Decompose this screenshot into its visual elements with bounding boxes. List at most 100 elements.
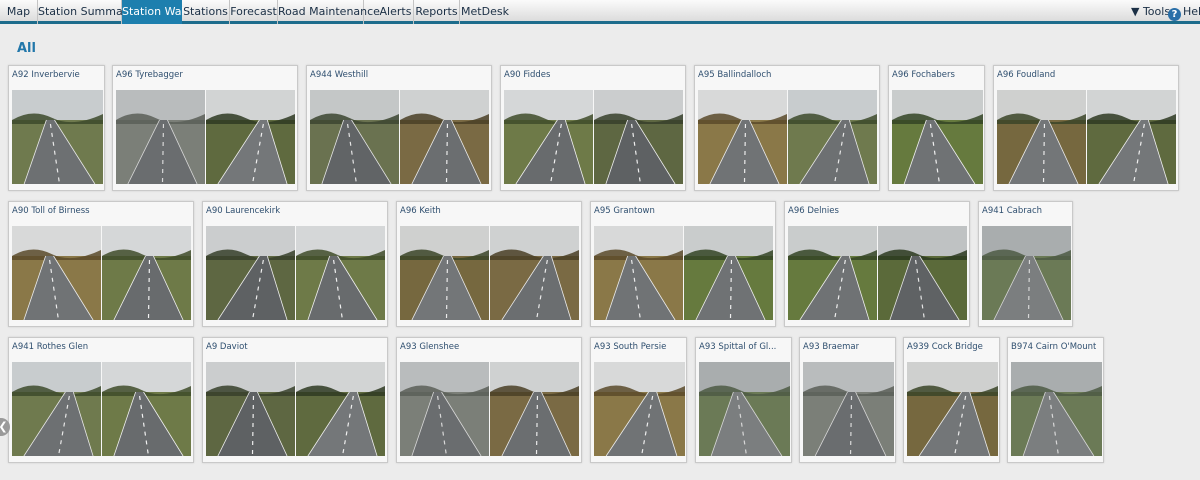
tab-station-wall[interactable]: Station Wall [122,0,188,24]
camera-image [788,226,877,320]
station-name: A93 Glenshee [400,342,460,352]
camera-scene [206,226,295,320]
station-card[interactable]: A90 Toll of Birness [8,201,194,327]
camera-image [12,90,103,184]
camera-image [116,90,205,184]
help-button[interactable]: ?Help [1168,0,1200,24]
camera-image [296,226,385,320]
station-card[interactable]: A96 Tyrebagger [112,65,298,191]
station-name: A941 Rothes Glen [12,342,89,352]
camera-scene [102,226,191,320]
camera-image [206,362,295,456]
station-card[interactable]: A95 Grantown [590,201,776,327]
camera-scene [1087,90,1176,184]
camera-scene [698,90,787,184]
camera-scene [788,226,877,320]
camera-scene [400,362,489,456]
camera-scene [400,226,489,320]
camera-image [504,90,593,184]
tab-reports[interactable]: Reports [414,0,460,24]
camera-image [400,362,489,456]
camera-scene [116,90,205,184]
station-card[interactable]: B974 Cairn O'Mount [1007,337,1104,463]
camera-image [12,226,101,320]
station-card[interactable]: A90 Laurencekirk [202,201,388,327]
station-card[interactable]: A96 Fochabers [888,65,985,191]
camera-image [997,90,1086,184]
camera-scene [907,362,998,456]
station-card[interactable]: A96 Keith [396,201,582,327]
camera-image [594,90,683,184]
help-label: Help [1183,5,1200,18]
camera-image [892,90,983,184]
station-card[interactable]: A93 Braemar [799,337,896,463]
tools-menu[interactable]: ▼ Tools [1131,0,1170,24]
camera-scene [684,226,773,320]
camera-image [206,90,295,184]
station-name: A944 Westhill [310,70,369,80]
tab-metdesk[interactable]: MetDesk [460,0,510,24]
station-name: A96 Tyrebagger [116,70,183,80]
camera-scene [997,90,1086,184]
camera-scene [12,90,103,184]
camera-scene [296,362,385,456]
tab-road-maintenance[interactable]: Road Maintenance [278,0,380,24]
station-card[interactable]: A941 Rothes Glen [8,337,194,463]
camera-image [206,226,295,320]
camera-image [1011,362,1102,456]
station-name: A96 Foudland [997,70,1056,80]
station-name: A93 South Persie [594,342,667,352]
camera-image [102,226,191,320]
tab-alerts[interactable]: Alerts [378,0,414,24]
camera-image [102,362,191,456]
station-card[interactable]: A93 Glenshee [396,337,582,463]
camera-scene [788,90,877,184]
station-card[interactable]: A944 Westhill [306,65,492,191]
station-card[interactable]: A90 Fiddes [500,65,686,191]
camera-image [684,226,773,320]
station-name: A93 Braemar [803,342,860,352]
tab-map[interactable]: Map [0,0,38,24]
camera-scene [490,362,579,456]
station-name: A92 Inverbervie [12,70,80,80]
tab-forecast[interactable]: Forecast [230,0,278,24]
camera-scene [504,90,593,184]
station-name: A90 Fiddes [504,70,551,80]
station-card[interactable]: A95 Ballindalloch [694,65,880,191]
station-card[interactable]: A941 Cabrach [978,201,1073,327]
tab-stations[interactable]: Stations [182,0,230,24]
camera-scene [699,362,790,456]
camera-image [1087,90,1176,184]
camera-image [594,362,685,456]
station-card[interactable]: A96 Delnies [784,201,970,327]
station-name: B974 Cairn O'Mount [1011,342,1097,352]
camera-scene [892,90,983,184]
station-card[interactable]: A93 South Persie [590,337,687,463]
page-title: All [17,41,36,56]
station-card[interactable]: A9 Daviot [202,337,388,463]
camera-scene [400,90,489,184]
camera-image [699,362,790,456]
camera-image [400,90,489,184]
camera-image [788,90,877,184]
camera-scene [102,362,191,456]
station-name: A93 Spittal of Gl... [699,342,777,352]
station-card[interactable]: A939 Cock Bridge [903,337,1000,463]
station-name: A95 Ballindalloch [698,70,772,80]
camera-scene [878,226,967,320]
station-card[interactable]: A93 Spittal of Gl... [695,337,792,463]
station-card[interactable]: A96 Foudland [993,65,1179,191]
camera-scene [594,226,683,320]
camera-scene [490,226,579,320]
tab-station-summary[interactable]: Station Summary [38,0,134,24]
station-name: A96 Delnies [788,206,839,216]
camera-scene [12,226,101,320]
station-card[interactable]: A92 Inverbervie [8,65,105,191]
camera-scene [12,362,101,456]
camera-scene [206,90,295,184]
station-name: A941 Cabrach [982,206,1043,216]
camera-image [12,362,101,456]
camera-image [594,226,683,320]
camera-image [296,362,385,456]
camera-scene [206,362,295,456]
